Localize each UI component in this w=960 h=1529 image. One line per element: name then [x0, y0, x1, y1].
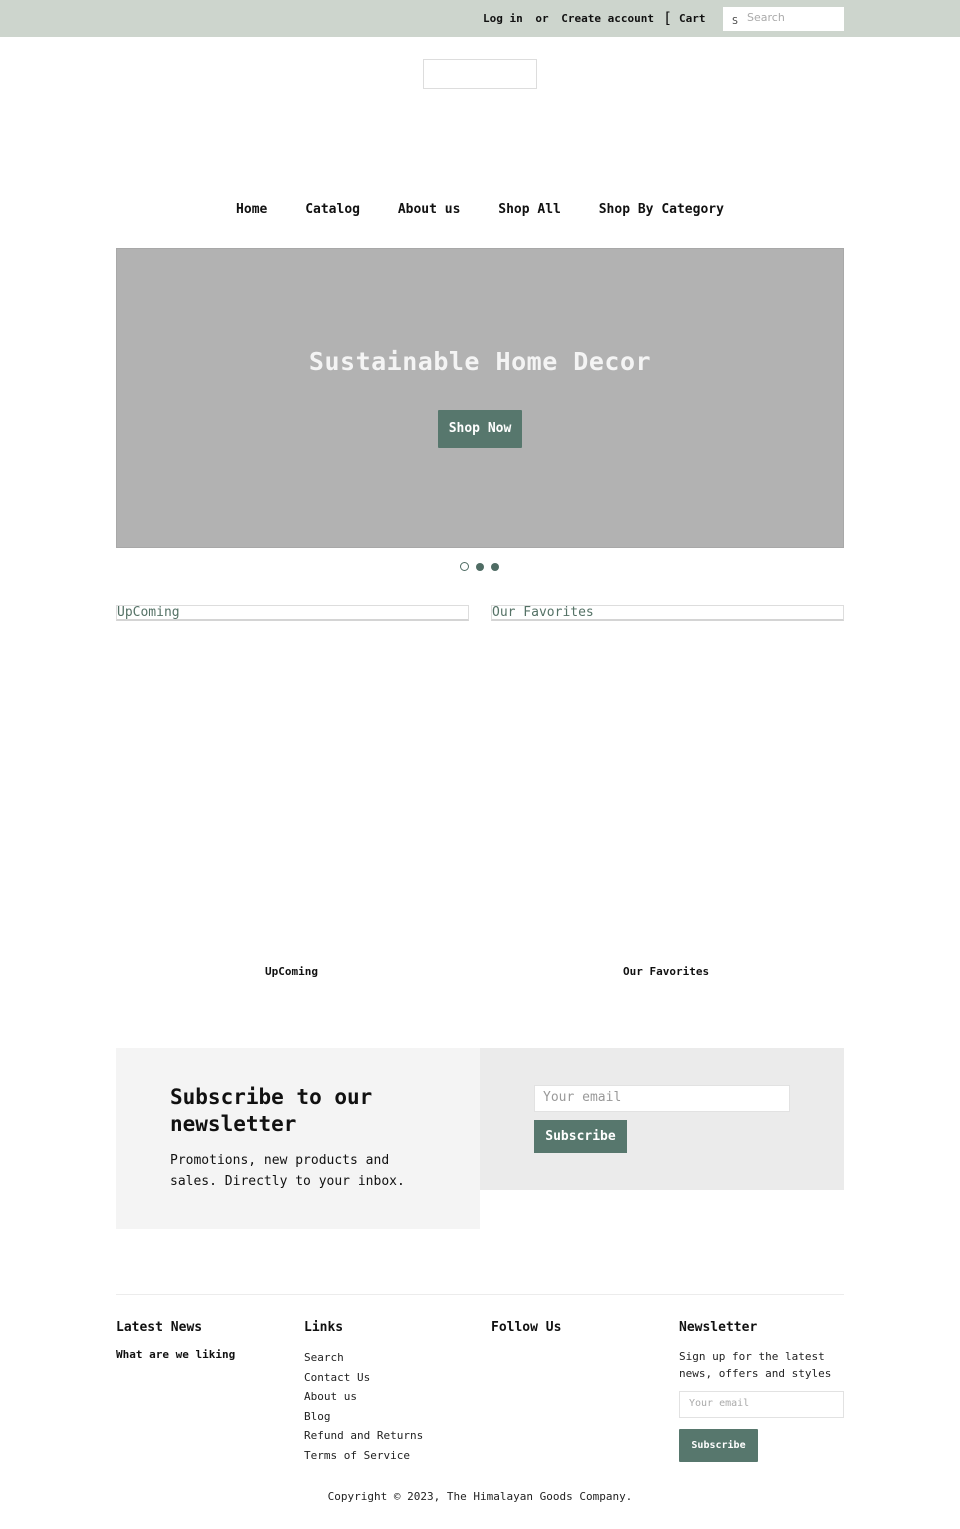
collection-image-upcoming[interactable]: UpComing	[116, 605, 469, 621]
footer-link-search[interactable]: Search	[304, 1348, 423, 1368]
footer-link-contact-us[interactable]: Contact Us	[304, 1368, 423, 1388]
footer-follow-us: Follow Us	[491, 1320, 561, 1348]
account-links: Log in or Create account	[483, 12, 660, 25]
footer-link-terms[interactable]: Terms of Service	[304, 1446, 423, 1466]
collection-link-favorites[interactable]: Our Favorites	[623, 965, 709, 978]
latest-news-heading: Latest News	[116, 1320, 203, 1335]
newsletter-email-placeholder: Your email	[543, 1090, 622, 1105]
hero-slideshow: Sustainable Home Decor Shop Now	[116, 248, 844, 548]
follow-us-heading: Follow Us	[491, 1320, 562, 1335]
newsletter-subscribe-button[interactable]: Subscribe	[534, 1120, 627, 1153]
slideshow-dots	[460, 562, 499, 571]
cart-link[interactable]: Cart	[679, 12, 706, 25]
copyright: Copyright © 2023, The Himalayan Goods Co…	[327, 1490, 633, 1503]
newsletter-info: Subscribe to our newsletter Promotions, …	[116, 1048, 480, 1229]
collection-image-favorites[interactable]: Our Favorites	[491, 605, 844, 621]
search-placeholder: Search	[747, 11, 785, 24]
newsletter-email-input[interactable]: Your email	[534, 1085, 790, 1112]
news-article-link[interactable]: What are we liking	[116, 1348, 235, 1361]
footer-link-blog[interactable]: Blog	[304, 1407, 423, 1427]
footer-newsletter-heading: Newsletter	[679, 1320, 758, 1335]
login-link[interactable]: Log in	[483, 12, 523, 25]
shop-now-button[interactable]: Shop Now	[438, 410, 522, 448]
footer-subscribe-button[interactable]: Subscribe	[679, 1429, 758, 1462]
collection-alt-favorites: Our Favorites	[492, 605, 594, 620]
store-logo[interactable]	[423, 59, 537, 89]
newsletter-title: Subscribe to our newsletter	[170, 1085, 373, 1136]
cart-icon[interactable]: [	[663, 9, 672, 27]
search-icon[interactable]: S	[732, 16, 738, 27]
links-heading: Links	[304, 1320, 344, 1335]
search-input[interactable]: S Search	[723, 7, 844, 31]
footer-latest-news: Latest News What are we liking	[116, 1320, 235, 1361]
top-bar: Log in or Create account [ Cart S Search	[0, 0, 960, 37]
footer-email-placeholder: Your email	[689, 1398, 750, 1409]
footer-email-input[interactable]: Your email	[679, 1391, 844, 1418]
create-account-link[interactable]: Create account	[561, 12, 654, 25]
slide-dot-2[interactable]	[476, 562, 484, 571]
collection-alt-upcoming: UpComing	[117, 605, 180, 620]
or-text: or	[535, 12, 549, 25]
main-nav: Home Catalog About us Shop All Shop By C…	[0, 202, 960, 217]
collection-link-upcoming[interactable]: UpComing	[265, 965, 318, 978]
footer-divider	[116, 1294, 844, 1295]
footer-newsletter-text: Sign up for the latest news, offers and …	[679, 1350, 832, 1380]
nav-item-about-us[interactable]: About us	[398, 202, 461, 217]
footer-link-about-us[interactable]: About us	[304, 1387, 423, 1407]
nav-item-shop-all[interactable]: Shop All	[498, 202, 561, 217]
newsletter-text: Promotions, new products and sales. Dire…	[170, 1153, 405, 1189]
newsletter-form: Your email Subscribe	[480, 1048, 844, 1190]
nav-item-home[interactable]: Home	[236, 202, 267, 217]
footer-link-refund-returns[interactable]: Refund and Returns	[304, 1426, 423, 1446]
hero-title: Sustainable Home Decor	[308, 347, 652, 376]
slide-dot-3[interactable]	[491, 562, 499, 571]
slide-dot-1[interactable]	[460, 562, 469, 571]
footer-links: Links Search Contact Us About us Blog Re…	[304, 1320, 423, 1466]
nav-item-shop-by-category[interactable]: Shop By Category	[599, 202, 724, 217]
nav-item-catalog[interactable]: Catalog	[305, 202, 360, 217]
footer-newsletter: Newsletter Sign up for the latest news, …	[679, 1320, 844, 1462]
